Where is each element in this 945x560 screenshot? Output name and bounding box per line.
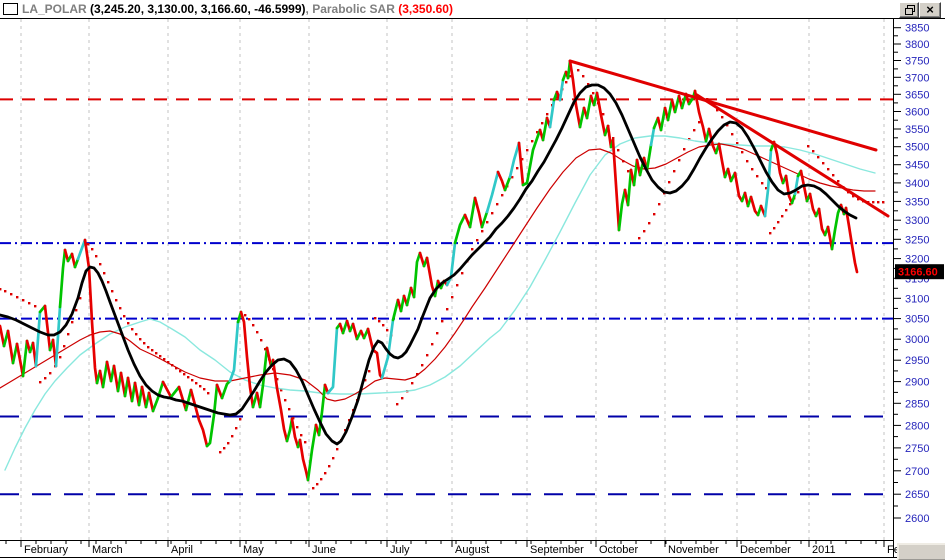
chart-window-icon[interactable]	[3, 3, 18, 15]
scrollbar-resize-corner[interactable]	[897, 543, 945, 560]
indicator-value: (3,350.60)	[398, 2, 453, 16]
svg-text:3350: 3350	[905, 196, 929, 208]
svg-text:December: December	[740, 544, 791, 556]
svg-text:2011: 2011	[812, 544, 836, 556]
svg-text:2850: 2850	[905, 398, 929, 410]
svg-text:3200: 3200	[905, 254, 929, 266]
svg-text:February: February	[24, 544, 69, 556]
svg-text:3050: 3050	[905, 314, 929, 326]
month-gridlines	[20, 19, 885, 540]
chart-window: 3850 3800 3750 3700 3650 3600 3550 3500 3450 3400…	[0, 0, 945, 560]
last-price-marker: 3166.60	[895, 264, 944, 280]
title-bar[interactable]: LA_POLAR (3,245.20, 3,130.00, 3,166.60, …	[0, 0, 945, 19]
price-chart: 3850 3800 3750 3700 3650 3600 3550 3500 3450 3400…	[0, 19, 945, 558]
ma-cyan-line	[4, 135, 876, 471]
svg-text:3500: 3500	[905, 142, 929, 154]
svg-text:3750: 3750	[905, 56, 929, 68]
chart-title: LA_POLAR (3,245.20, 3,130.00, 3,166.60, …	[22, 2, 453, 16]
symbol-name: LA_POLAR	[22, 2, 91, 16]
svg-text:3166.60: 3166.60	[898, 267, 938, 279]
svg-text:May: May	[243, 544, 264, 556]
svg-text:3800: 3800	[905, 39, 929, 51]
svg-text:3850: 3850	[905, 23, 929, 35]
svg-text:3700: 3700	[905, 72, 929, 84]
svg-text:2600: 2600	[905, 513, 929, 525]
svg-text:2800: 2800	[905, 420, 929, 432]
svg-text:July: July	[390, 544, 410, 556]
time-axis[interactable]: February March April May June July August Septe…	[5, 540, 932, 556]
svg-text:3600: 3600	[905, 107, 929, 119]
svg-text:2650: 2650	[905, 489, 929, 501]
svg-text:3450: 3450	[905, 160, 929, 172]
restore-window-button[interactable]	[899, 2, 919, 18]
svg-text:2950: 2950	[905, 355, 929, 367]
svg-text:2700: 2700	[905, 466, 929, 478]
svg-text:3650: 3650	[905, 89, 929, 101]
indicator-name: , Parabolic SAR	[305, 2, 399, 16]
svg-text:3000: 3000	[905, 334, 929, 346]
svg-text:April: April	[171, 544, 193, 556]
svg-text:October: October	[599, 544, 638, 556]
parabolic-sar-dots	[0, 69, 885, 490]
svg-text:3300: 3300	[905, 215, 929, 227]
svg-text:March: March	[92, 544, 123, 556]
svg-text:3550: 3550	[905, 124, 929, 136]
restore-icon	[904, 5, 915, 15]
svg-text:August: August	[455, 544, 489, 556]
close-window-button[interactable]: ×	[919, 2, 941, 18]
ma-red-line	[0, 143, 876, 402]
svg-text:2900: 2900	[905, 377, 929, 389]
svg-text:3100: 3100	[905, 293, 929, 305]
svg-text:3400: 3400	[905, 178, 929, 190]
svg-text:June: June	[312, 544, 336, 556]
svg-text:September: September	[530, 544, 584, 556]
svg-text:November: November	[668, 544, 719, 556]
svg-text:3250: 3250	[905, 234, 929, 246]
svg-text:2750: 2750	[905, 443, 929, 455]
ohlc-values: (3,245.20, 3,130.00, 3,166.60, -46.5999)	[90, 2, 306, 16]
